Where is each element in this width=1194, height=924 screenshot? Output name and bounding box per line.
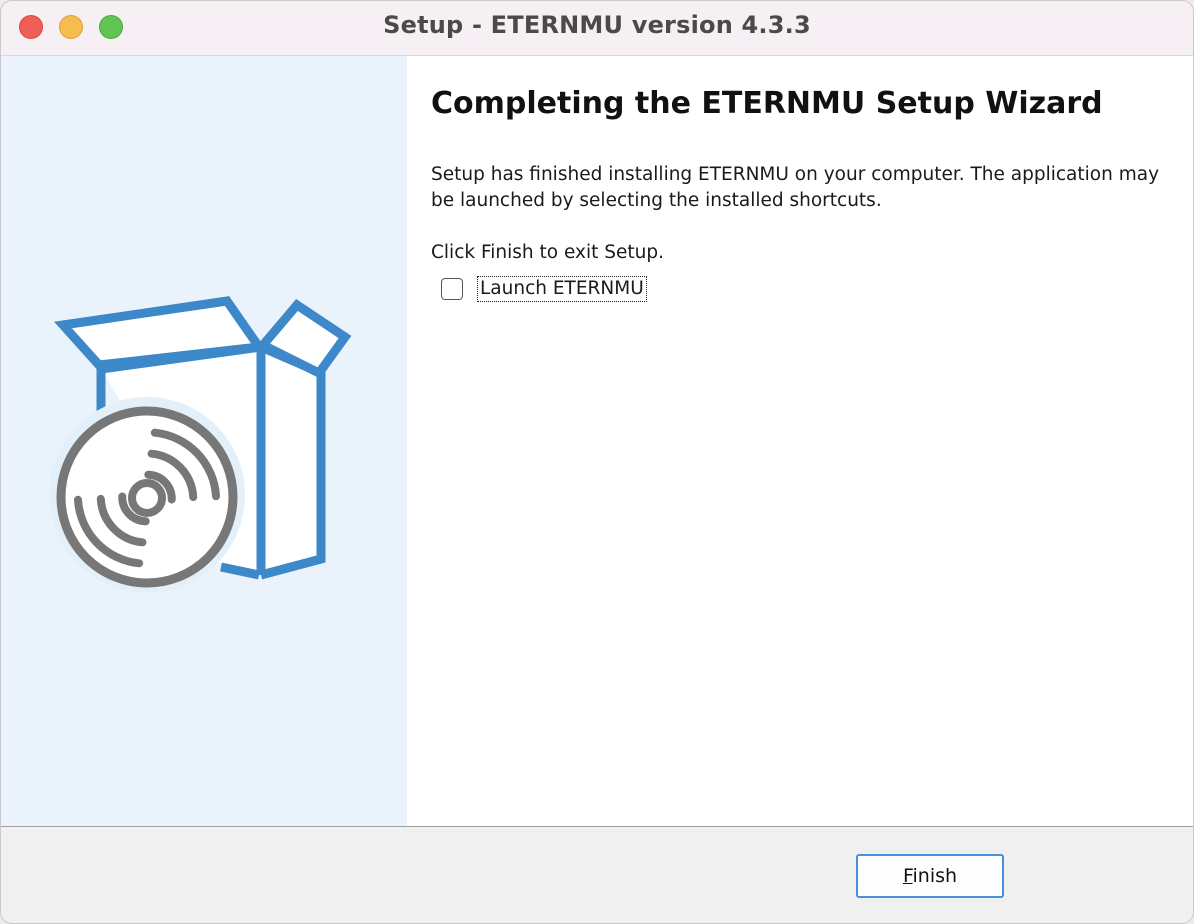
finish-button[interactable]: Finish	[856, 854, 1004, 898]
wizard-content: Completing the ETERNMU Setup Wizard Setu…	[407, 56, 1193, 826]
exit-instruction: Click Finish to exit Setup.	[431, 242, 664, 263]
software-box-with-disc-icon	[49, 296, 352, 593]
launch-checkbox[interactable]	[441, 278, 463, 300]
title-bar[interactable]: Setup - ETERNMU version 4.3.3	[1, 1, 1193, 56]
finished-message: Setup has finished installing ETERNMU on…	[431, 164, 1160, 211]
launch-checkbox-label[interactable]: Launch ETERNMU	[477, 276, 647, 302]
finish-button-mnemonic: F	[902, 865, 913, 887]
setup-window: Setup - ETERNMU version 4.3.3 Completing…	[0, 0, 1194, 924]
window-title: Setup - ETERNMU version 4.3.3	[383, 11, 811, 39]
wizard-side-panel	[1, 56, 407, 826]
launch-option[interactable]: Launch ETERNMU	[441, 276, 647, 302]
finish-button-label: inish	[912, 865, 958, 887]
wizard-footer: Finish	[1, 827, 1193, 923]
page-title: Completing the ETERNMU Setup Wizard	[431, 86, 1103, 121]
